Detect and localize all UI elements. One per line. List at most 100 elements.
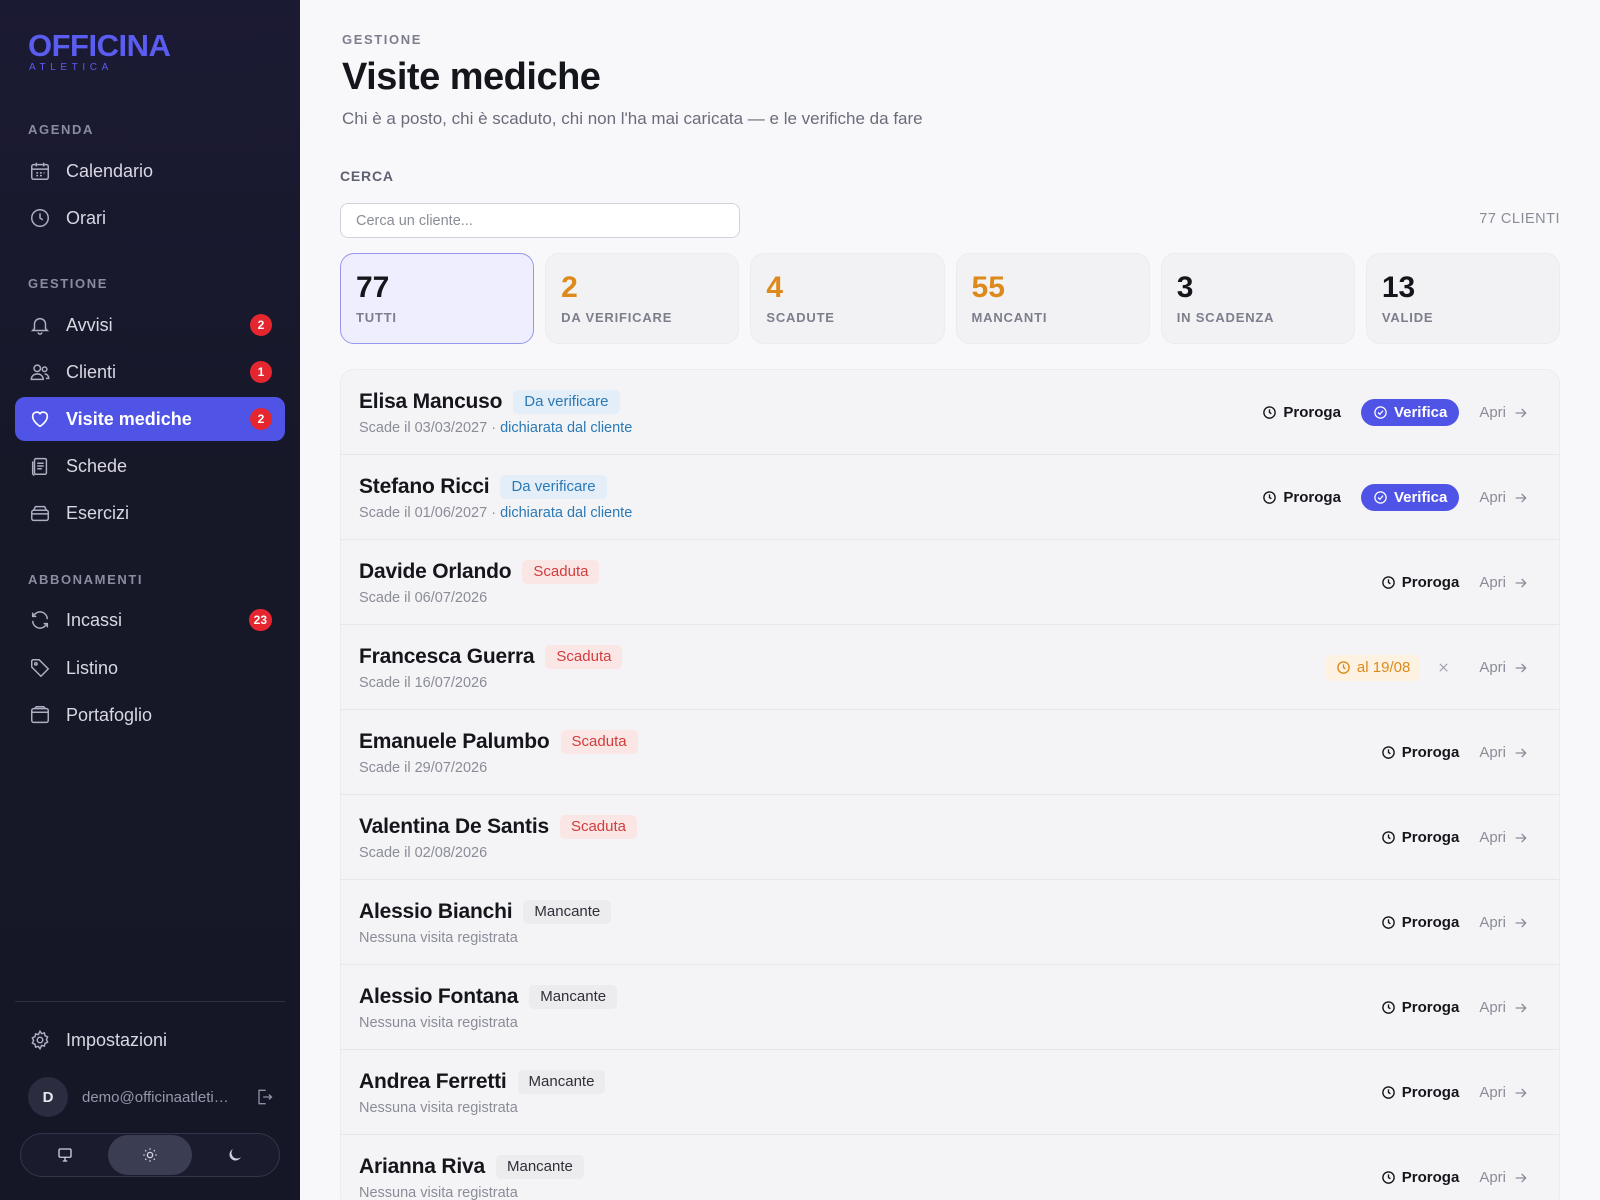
extension-date: al 19/08 [1356, 659, 1411, 676]
remove-extension-button[interactable] [1436, 660, 1451, 675]
clock-icon [28, 206, 52, 230]
theme-light-button[interactable] [107, 1135, 193, 1175]
stat-card-da-verificare[interactable]: 2 DA VERIFICARE [545, 253, 740, 344]
apri-button[interactable]: Apri [1479, 1169, 1529, 1186]
proroga-label: Proroga [1283, 404, 1341, 421]
proroga-label: Proroga [1401, 1084, 1460, 1101]
expiry-text: Scade il 29/07/2026 [359, 760, 488, 776]
apri-button[interactable]: Apri [1479, 999, 1529, 1016]
client-name[interactable]: Stefano Ricci [359, 475, 490, 499]
expiry-text: Scade il 02/08/2026 [359, 845, 488, 861]
stat-card-tutti[interactable]: 77 TUTTI [340, 253, 535, 344]
sidebar-section-agenda: AGENDA [28, 122, 94, 137]
sidebar-item-orari[interactable]: Orari [15, 196, 285, 240]
proroga-button[interactable]: Proroga [1262, 404, 1341, 421]
stat-value: 77 [356, 271, 390, 304]
search-label: CERCA [340, 168, 394, 184]
proroga-button[interactable]: Proroga [1381, 914, 1459, 931]
arrow-right-icon [1506, 1170, 1529, 1186]
sidebar-item-incassi[interactable]: Incassi 23 [15, 598, 285, 642]
apri-label: Apri [1479, 744, 1506, 761]
apri-label: Apri [1479, 999, 1506, 1016]
sidebar-item-visite-mediche[interactable]: Visite mediche 2 [15, 397, 285, 441]
monitor-icon [56, 1146, 74, 1164]
stat-card-scadute[interactable]: 4 SCADUTE [750, 253, 945, 344]
arrow-right-icon [1506, 660, 1529, 676]
arrow-right-icon [1506, 575, 1529, 591]
row-actions: Proroga Apri [1381, 880, 1529, 965]
theme-dark-button[interactable] [192, 1135, 277, 1175]
stat-value: 3 [1176, 271, 1194, 304]
stat-value: 55 [971, 271, 1005, 304]
logout-icon[interactable] [254, 1087, 274, 1107]
sidebar-item-portafoglio[interactable]: Portafoglio [15, 693, 285, 737]
client-name[interactable]: Francesca Guerra [359, 645, 535, 669]
search-input[interactable] [340, 203, 740, 238]
sidebar-item-label: Calendario [66, 160, 154, 181]
proroga-button[interactable]: Proroga [1381, 744, 1459, 761]
apri-button[interactable]: Apri [1479, 659, 1529, 676]
sidebar-item-label: Listino [66, 657, 119, 678]
client-name[interactable]: Davide Orlando [359, 560, 512, 584]
sidebar-item-listino[interactable]: Listino [15, 646, 285, 690]
stat-card-mancanti[interactable]: 55 MANCANTI [955, 253, 1150, 344]
apri-label: Apri [1479, 659, 1506, 676]
sidebar-item-avvisi[interactable]: Avvisi 2 [15, 303, 285, 347]
apri-button[interactable]: Apri [1479, 489, 1529, 506]
apri-button[interactable]: Apri [1479, 829, 1529, 846]
avatar[interactable]: D [28, 1077, 68, 1117]
client-name[interactable]: Valentina De Santis [359, 815, 549, 839]
arrow-right-icon [1506, 490, 1529, 506]
stat-card-in-scadenza[interactable]: 3 IN SCADENZA [1160, 253, 1355, 344]
expiry-text: Scade il 03/03/2027 · [359, 420, 501, 436]
brand-logo[interactable]: OFFICINA ATLETICA [28, 30, 171, 73]
proroga-button[interactable]: Proroga [1381, 999, 1460, 1016]
client-name[interactable]: Alessio Bianchi [359, 900, 513, 924]
stat-label: TUTTI [356, 310, 397, 325]
proroga-button[interactable]: Proroga [1381, 574, 1459, 591]
apri-label: Apri [1479, 489, 1506, 506]
status-badge: Da verificare [513, 390, 620, 414]
status-badge: Mancante [495, 1155, 584, 1179]
apri-button[interactable]: Apri [1479, 404, 1529, 421]
theme-system-button[interactable] [23, 1135, 108, 1175]
verifica-button[interactable]: Verifica [1360, 399, 1460, 426]
proroga-label: Proroga [1401, 999, 1460, 1016]
proroga-button[interactable]: Proroga [1381, 829, 1459, 846]
apri-button[interactable]: Apri [1479, 914, 1529, 931]
proroga-label: Proroga [1283, 489, 1341, 506]
apri-button[interactable]: Apri [1479, 574, 1529, 591]
proroga-button[interactable]: Proroga [1262, 489, 1341, 506]
verifica-button[interactable]: Verifica [1360, 484, 1460, 511]
stat-card-valide[interactable]: 13 VALIDE [1365, 253, 1561, 344]
row-actions: Proroga Apri [1381, 1135, 1529, 1200]
status-badge: Mancante [517, 1070, 606, 1094]
client-subtitle: Scade il 29/07/2026 [359, 760, 487, 776]
proroga-button[interactable]: Proroga [1381, 1084, 1460, 1101]
client-row: Alessio Fontana Mancante Nessuna visita re… [341, 965, 1559, 1050]
stat-label: VALIDE [1381, 310, 1434, 325]
client-name[interactable]: Alessio Fontana [359, 985, 518, 1009]
sidebar-item-schede[interactable]: Schede [15, 444, 285, 488]
stat-value: 4 [766, 271, 784, 304]
clock-icon [1381, 915, 1402, 930]
client-subtitle: Nessuna visita registrata [359, 930, 518, 946]
expiry-text: Nessuna visita registrata [359, 1015, 518, 1031]
client-name[interactable]: Emanuele Palumbo [359, 730, 550, 754]
clock-icon [1262, 405, 1283, 420]
sidebar-item-esercizi[interactable]: Esercizi [15, 491, 285, 535]
sidebar-item-clienti[interactable]: Clienti 1 [15, 350, 285, 394]
apri-button[interactable]: Apri [1479, 744, 1529, 761]
expiry-text: Nessuna visita registrata [359, 930, 518, 946]
sidebar-item-impostazioni[interactable]: Impostazioni [15, 1018, 285, 1062]
client-name[interactable]: Andrea Ferretti [359, 1070, 507, 1094]
box-icon [28, 501, 52, 525]
client-name[interactable]: Elisa Mancuso [359, 390, 502, 414]
sidebar-item-label: Impostazioni [66, 1029, 168, 1050]
proroga-button[interactable]: Proroga [1381, 1169, 1459, 1186]
verifica-label: Verifica [1393, 404, 1448, 421]
client-name[interactable]: Arianna Riva [359, 1155, 485, 1179]
sidebar-item-calendario[interactable]: Calendario [15, 149, 285, 193]
page-eyebrow: GESTIONE [342, 32, 422, 47]
apri-button[interactable]: Apri [1479, 1084, 1529, 1101]
